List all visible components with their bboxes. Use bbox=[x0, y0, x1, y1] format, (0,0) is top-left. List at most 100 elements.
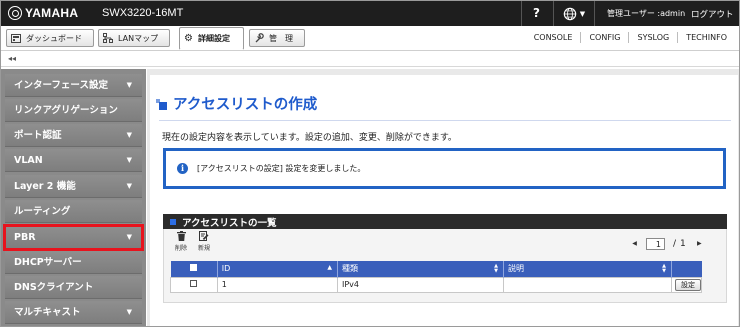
top-bar: YAMAHA SWX3220-16MT ? ▼ 管理ユーザー :admin ログ… bbox=[1, 1, 739, 26]
page-separator: / bbox=[673, 239, 677, 249]
chevron-down-icon: ▼ bbox=[126, 182, 132, 190]
row-settings-button[interactable]: 設定 bbox=[674, 278, 701, 291]
console-link[interactable]: CONSOLE bbox=[526, 32, 581, 43]
sidebar-item-label: DNSクライアント bbox=[14, 282, 94, 293]
select-all-checkbox[interactable] bbox=[190, 264, 198, 272]
row-description bbox=[503, 276, 672, 293]
panel-square-icon bbox=[170, 218, 176, 225]
row-checkbox[interactable] bbox=[190, 280, 198, 287]
sidebar-item-dns-client[interactable]: DNSクライアント bbox=[5, 276, 142, 299]
sidebar-item-label: マルチキャスト bbox=[14, 307, 81, 318]
main-area: アクセスリストの作成 現在の設定内容を表示しています。設定の追加、変更、削除がで… bbox=[147, 69, 739, 326]
new-button[interactable]: 新規 bbox=[194, 231, 214, 252]
dashboard-icon bbox=[11, 33, 21, 43]
column-header-description[interactable]: 説明 ▲ ▼ bbox=[503, 261, 672, 277]
page-description: 現在の設定内容を表示しています。設定の追加、変更、削除ができます。 bbox=[162, 133, 457, 143]
tab-dashboard[interactable]: ダッシュボード bbox=[6, 29, 94, 47]
tab-label: LANマップ bbox=[118, 33, 159, 43]
panel-title: アクセスリストの一覧 bbox=[182, 217, 277, 229]
chevron-down-icon: ▼ bbox=[126, 81, 132, 89]
chevron-down-icon: ▼ bbox=[126, 233, 132, 241]
wrench-icon bbox=[254, 33, 264, 43]
title-square-icon bbox=[156, 98, 167, 110]
language-selector[interactable]: ▼ bbox=[553, 1, 595, 26]
title-divider bbox=[159, 120, 731, 121]
row-type: IPv4 bbox=[336, 276, 505, 293]
sidebar-item-routing[interactable]: ルーティング bbox=[5, 200, 142, 223]
model-name: SWX3220-16MT bbox=[102, 7, 184, 19]
brand-name: YAMAHA bbox=[25, 6, 79, 20]
tab-advanced-settings[interactable]: ⚙ 詳細設定 bbox=[179, 27, 244, 50]
app-window: YAMAHA SWX3220-16MT ? ▼ 管理ユーザー :admin ログ… bbox=[0, 0, 740, 327]
sidebar-item-interface[interactable]: インターフェース設定 ▼ bbox=[5, 74, 142, 97]
access-list-table: ID ▲ 種類 ▲ ▼ 説明 ▲ ▼ 1 IPv4 設定 bbox=[170, 261, 703, 293]
sidebar: インターフェース設定 ▼ リンクアグリゲーション ポート認証 ▼ VLAN ▼ … bbox=[1, 69, 146, 326]
sidebar-item-dhcp-server[interactable]: DHCPサーバー bbox=[5, 251, 142, 274]
panel-header: アクセスリストの一覧 bbox=[163, 214, 727, 229]
page-title-text: アクセスリストの作成 bbox=[173, 97, 318, 113]
row-id: 1 bbox=[216, 276, 339, 293]
notice-box: i [アクセスリストの設定] 設定を変更しました。 bbox=[163, 148, 726, 189]
chevron-down-icon: ▼ bbox=[126, 131, 132, 139]
sidebar-item-pbr[interactable]: PBR ▼ bbox=[3, 224, 144, 251]
config-link[interactable]: CONFIG bbox=[580, 32, 628, 43]
tab-label: 管 理 bbox=[269, 33, 293, 43]
sort-asc-icon: ▲ bbox=[327, 264, 332, 271]
gear-icon: ⚙ bbox=[184, 33, 193, 44]
delete-button[interactable]: 削除 bbox=[171, 231, 191, 252]
content-panel: アクセスリストの作成 現在の設定内容を表示しています。設定の追加、変更、削除がで… bbox=[150, 75, 738, 326]
tab-lan-map[interactable]: LANマップ bbox=[98, 29, 170, 47]
sidebar-item-multicast[interactable]: マルチキャスト ▼ bbox=[5, 301, 142, 324]
sidebar-item-label: DHCPサーバー bbox=[14, 257, 82, 268]
chevron-down-icon: ▼ bbox=[579, 9, 586, 18]
sort-icon: ▲ ▼ bbox=[494, 263, 499, 274]
globe-icon bbox=[563, 7, 577, 20]
chevron-down-icon: ▼ bbox=[126, 156, 132, 164]
new-edit-icon bbox=[194, 231, 214, 245]
tab-bar: ダッシュボード LANマップ ⚙ 詳細設定 管 理 CONSOLE CONFIG… bbox=[1, 26, 739, 51]
table-header-row: ID ▲ 種類 ▲ ▼ 説明 ▲ ▼ bbox=[170, 261, 702, 277]
sidebar-item-vlan[interactable]: VLAN ▼ bbox=[5, 149, 142, 172]
sidebar-item-label: リンクアグリゲーション bbox=[14, 105, 118, 116]
sidebar-item-link-aggregation[interactable]: リンクアグリゲーション bbox=[5, 99, 142, 122]
pagination: ◀ 1 / 1 ▶ bbox=[627, 237, 707, 251]
top-links: CONSOLE CONFIG SYSLOG TECHINFO bbox=[526, 32, 735, 43]
delete-label: 削除 bbox=[174, 245, 187, 252]
column-header-id[interactable]: ID ▲ bbox=[216, 261, 338, 277]
table-row: 1 IPv4 設定 bbox=[170, 276, 703, 293]
sidebar-item-layer2[interactable]: Layer 2 機能 ▼ bbox=[5, 175, 142, 198]
sort-icon: ▲ ▼ bbox=[662, 263, 666, 274]
row-action-cell: 設定 bbox=[670, 276, 703, 293]
sidebar-item-port-auth[interactable]: ポート認証 ▼ bbox=[5, 124, 142, 147]
sidebar-item-label: VLAN bbox=[14, 155, 43, 166]
lan-map-icon bbox=[103, 33, 113, 43]
user-info: 管理ユーザー :admin bbox=[607, 9, 686, 18]
column-header-type[interactable]: 種類 ▲ ▼ bbox=[336, 261, 504, 277]
chevron-down-icon: ▼ bbox=[126, 308, 132, 316]
sidebar-item-label: インターフェース設定 bbox=[14, 80, 108, 91]
collapse-row: ◂◂ bbox=[1, 52, 739, 67]
syslog-link[interactable]: SYSLOG bbox=[628, 32, 677, 43]
sidebar-item-label: ルーティング bbox=[14, 206, 71, 217]
logout-link[interactable]: ログアウト bbox=[691, 8, 734, 20]
sidebar-item-label: ポート認証 bbox=[14, 130, 62, 141]
page-total: 1 bbox=[680, 239, 686, 249]
select-all-header bbox=[170, 261, 218, 277]
techinfo-link[interactable]: TECHINFO bbox=[677, 32, 735, 43]
help-button[interactable]: ? bbox=[521, 1, 551, 26]
tab-management[interactable]: 管 理 bbox=[249, 29, 305, 47]
new-label: 新規 bbox=[197, 245, 210, 252]
page-title: アクセスリストの作成 bbox=[156, 93, 318, 114]
sidebar-item-label: Layer 2 機能 bbox=[14, 181, 76, 192]
collapse-sidebar-icon[interactable]: ◂◂ bbox=[8, 54, 16, 63]
trash-icon bbox=[171, 231, 191, 245]
brand-logo: YAMAHA bbox=[8, 6, 78, 20]
tab-label: 詳細設定 bbox=[197, 34, 230, 43]
prev-page-button[interactable]: ◀ bbox=[627, 237, 642, 251]
page-number-input[interactable]: 1 bbox=[646, 238, 665, 250]
row-select-cell bbox=[170, 276, 218, 293]
next-page-button[interactable]: ▶ bbox=[692, 237, 707, 251]
info-icon: i bbox=[177, 163, 188, 174]
yamaha-logo-icon bbox=[8, 6, 22, 20]
sidebar-item-label: PBR bbox=[14, 232, 36, 243]
